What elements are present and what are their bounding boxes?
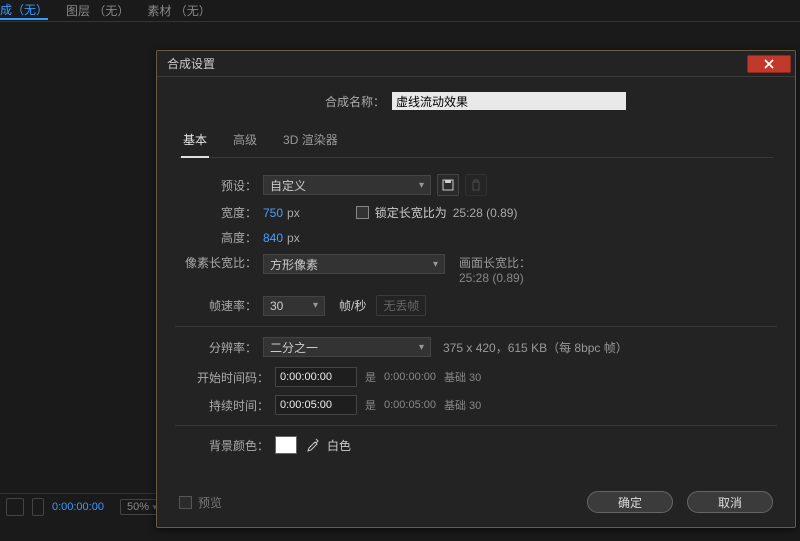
separator-1 <box>175 326 777 327</box>
height-row: 高度： 840 px <box>179 229 773 246</box>
duration-base: 基础 30 <box>444 397 481 413</box>
height-unit: px <box>287 231 300 245</box>
preview-label: 预览 <box>198 494 222 511</box>
start-timecode-label: 开始时间码： <box>179 369 269 386</box>
composition-name-label: 合成名称： <box>325 93 385 110</box>
ok-button[interactable]: 确定 <box>587 491 673 513</box>
framerate-value: 30 <box>270 299 283 313</box>
frame-aspect-info: 25:28 (0.89) <box>459 271 531 285</box>
close-button[interactable] <box>747 55 791 73</box>
pixel-aspect-select[interactable]: 方形像素 <box>263 254 445 274</box>
width-value[interactable]: 750 <box>263 206 283 220</box>
zoom-percent[interactable]: 50% <box>120 499 160 515</box>
lower-box-icon <box>6 498 24 516</box>
start-timecode-row: 开始时间码： 是 0:00:00:00 基础 30 <box>179 367 773 387</box>
duration-label: 持续时间： <box>179 397 269 414</box>
preset-select[interactable]: 自定义 <box>263 175 431 195</box>
lower-left-bar: 0:00:00:00 50% <box>0 493 160 519</box>
eyedropper-button[interactable] <box>305 438 319 452</box>
close-icon <box>763 58 775 70</box>
eyedropper-icon <box>305 438 319 452</box>
framerate-label: 帧速率： <box>179 297 257 314</box>
resolution-row: 分辨率： 二分之一 375 x 420，615 KB（每 8bpc 帧） <box>179 337 773 357</box>
pixel-aspect-row: 像素长宽比： 方形像素 画面长宽比： 25:28 (0.89) <box>179 254 773 285</box>
start-timecode-base: 基础 30 <box>444 369 481 385</box>
resolution-value: 二分之一 <box>270 339 318 356</box>
start-timecode-input[interactable] <box>275 367 357 387</box>
framerate-unit: 帧/秒 <box>339 297 366 314</box>
save-preset-button[interactable] <box>437 174 459 196</box>
lower-triangle-icon <box>32 498 44 516</box>
height-label: 高度： <box>179 229 257 246</box>
start-timecode-info: 0:00:00:00 <box>384 371 436 383</box>
dropframe-select: 无丢帧 <box>376 295 426 316</box>
framerate-row: 帧速率： 30 帧/秒 无丢帧 <box>179 295 773 316</box>
tab-layer-label: 图层 <box>66 4 90 18</box>
save-preset-icon <box>442 179 454 191</box>
dialog-body: 合成名称： 基本 高级 3D 渲染器 预设： 自定义 宽度 <box>157 77 795 481</box>
tab-footage-label: 素材 <box>147 4 171 18</box>
width-label: 宽度： <box>179 204 257 221</box>
tab-basic[interactable]: 基本 <box>181 125 209 158</box>
bgcolor-name: 白色 <box>327 437 351 454</box>
lock-aspect-label: 锁定长宽比为 <box>375 204 447 221</box>
lock-aspect-checkbox[interactable] <box>356 206 369 219</box>
preview-checkbox <box>179 496 192 509</box>
dialog-footer: 预览 确定 取消 <box>157 481 795 527</box>
tab-composition-label: 成 <box>0 3 12 17</box>
delete-preset-button <box>465 174 487 196</box>
pixel-aspect-value: 方形像素 <box>270 256 318 273</box>
dialog-title: 合成设置 <box>167 55 215 72</box>
trash-icon <box>470 179 482 191</box>
lock-aspect-info: 25:28 (0.89) <box>453 206 518 220</box>
separator-2 <box>175 425 777 426</box>
top-panel-tabs: 成（无） 图层 （无） 素材 （无） <box>0 0 800 22</box>
width-unit: px <box>287 206 300 220</box>
tab-footage-none[interactable]: 素材 （无） <box>147 2 210 19</box>
tab-footage-none-suffix: （无） <box>175 4 211 18</box>
tab-layer-none-suffix: （无） <box>93 4 129 18</box>
cancel-button[interactable]: 取消 <box>687 491 773 513</box>
bgcolor-label: 背景颜色： <box>179 437 269 454</box>
resolution-info: 375 x 420，615 KB（每 8bpc 帧） <box>443 339 628 356</box>
tabs-row: 基本 高级 3D 渲染器 <box>179 125 773 158</box>
framerate-select[interactable]: 30 <box>263 296 325 316</box>
tab-composition-none-suffix: （无） <box>12 3 48 17</box>
preset-label: 预设： <box>179 177 257 194</box>
tab-advanced[interactable]: 高级 <box>231 125 259 157</box>
preview-checkbox-row: 预览 <box>179 494 222 511</box>
lower-timecode[interactable]: 0:00:00:00 <box>52 501 104 513</box>
height-value[interactable]: 840 <box>263 231 283 245</box>
pixel-aspect-label: 像素长宽比： <box>179 254 257 271</box>
dialog-buttons: 确定 取消 <box>587 491 773 513</box>
preset-row: 预设： 自定义 <box>179 174 773 196</box>
tab-composition-none[interactable]: 成（无） <box>0 1 48 20</box>
resolution-select[interactable]: 二分之一 <box>263 337 431 357</box>
duration-info: 0:00:05:00 <box>384 399 436 411</box>
dialog-titlebar[interactable]: 合成设置 <box>157 51 795 77</box>
duration-row: 持续时间： 是 0:00:05:00 基础 30 <box>179 395 773 415</box>
composition-name-input[interactable] <box>391 91 627 111</box>
duration-is: 是 <box>365 397 376 413</box>
width-row: 宽度： 750 px 锁定长宽比为 25:28 (0.89) <box>179 204 773 221</box>
frame-aspect-label: 画面长宽比： <box>459 256 531 270</box>
start-timecode-is: 是 <box>365 369 376 385</box>
bgcolor-swatch[interactable] <box>275 436 297 454</box>
frame-aspect-info-block: 画面长宽比： 25:28 (0.89) <box>459 254 531 285</box>
resolution-label: 分辨率： <box>179 339 257 356</box>
duration-input[interactable] <box>275 395 357 415</box>
tab-3d-renderer[interactable]: 3D 渲染器 <box>281 125 340 157</box>
preset-value: 自定义 <box>270 177 306 194</box>
composition-settings-dialog: 合成设置 合成名称： 基本 高级 3D 渲染器 预设： 自定义 <box>156 50 796 528</box>
basic-tab-content: 预设： 自定义 宽度： 750 px 锁定长宽比为 25:28 (0.89) <box>179 174 773 454</box>
composition-name-row: 合成名称： <box>179 91 773 111</box>
bgcolor-row: 背景颜色： 白色 <box>179 436 773 454</box>
tab-layer-none[interactable]: 图层 （无） <box>66 2 129 19</box>
